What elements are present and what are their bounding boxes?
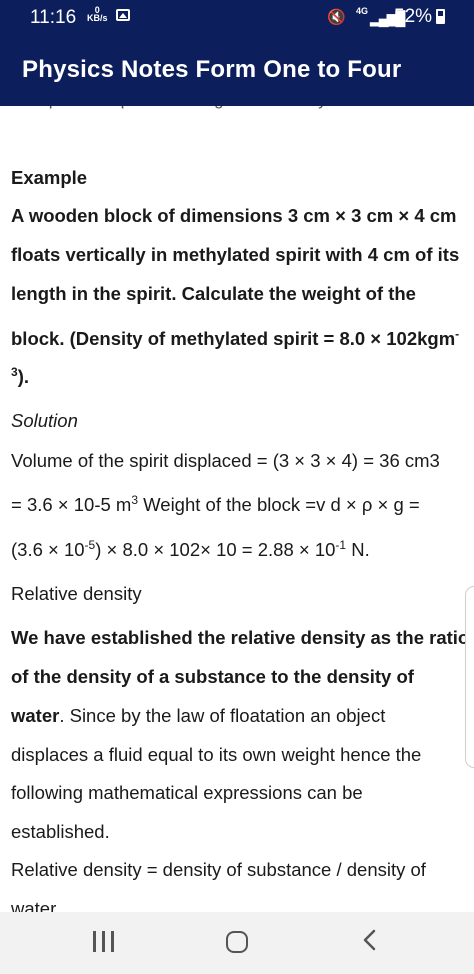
back-chevron-icon bbox=[363, 929, 376, 951]
solution-line-3: (3.6 × 10-5) × 8.0 × 102× 10 = 2.88 × 10… bbox=[11, 539, 370, 561]
solution-text: ) × 8.0 × 102× 10 = 2.88 × 10 bbox=[95, 539, 336, 560]
solution-line-1: Volume of the spirit displaced = (3 × 3 … bbox=[11, 450, 440, 471]
example-text-line-5: 3). bbox=[11, 366, 29, 388]
solution-label: Solution bbox=[11, 410, 78, 431]
recents-button[interactable] bbox=[91, 931, 117, 953]
example-text-line: block. (Density of methylated spirit = 8… bbox=[11, 328, 459, 350]
recents-icon bbox=[93, 931, 96, 952]
example-tail: ). bbox=[17, 366, 29, 387]
recents-icon bbox=[102, 931, 105, 952]
relative-density-text: established. bbox=[11, 821, 110, 842]
status-time: 11:16 bbox=[30, 7, 77, 28]
example-text-line: floats vertically in methylated spirit w… bbox=[11, 244, 460, 265]
gallery-notification-icon bbox=[116, 9, 130, 21]
solution-text: N. bbox=[346, 539, 370, 560]
network-type: 4G bbox=[356, 6, 369, 16]
example-text-line-4: block. (Density of methylated spirit = 8… bbox=[11, 328, 456, 349]
page-title: Physics Notes Form One to Four bbox=[22, 56, 402, 83]
home-button[interactable] bbox=[226, 931, 248, 953]
example-text-line: A wooden block of dimensions 3 cm × 3 cm… bbox=[11, 205, 457, 226]
net-speed-unit: KB/s bbox=[87, 13, 108, 23]
recents-icon bbox=[111, 931, 114, 952]
plain-text: . Since by the law of floatation an obje… bbox=[59, 705, 386, 726]
relative-density-text: displaces a fluid equal to its own weigh… bbox=[11, 744, 422, 765]
relative-density-formula: Relative density = density of substance … bbox=[11, 859, 426, 880]
example-heading: Example bbox=[11, 167, 88, 188]
app-header: 11:16 0 KB/s 🔇 4G ▂▄▆█ 52% Physics Notes… bbox=[0, 0, 474, 106]
exponent: - bbox=[455, 326, 460, 341]
relative-density-text: following mathematical expressions can b… bbox=[11, 782, 363, 803]
exponent: -1 bbox=[335, 537, 347, 552]
back-button[interactable] bbox=[360, 928, 380, 952]
system-nav-bar bbox=[0, 912, 474, 974]
relative-density-text: water. Since by the law of floatation an… bbox=[11, 705, 385, 727]
exponent: 3 bbox=[131, 492, 139, 507]
exponent: -5 bbox=[84, 537, 96, 552]
relative-density-heading: Relative density bbox=[11, 583, 142, 604]
status-bar: 11:16 0 KB/s 🔇 4G ▂▄▆█ 52% bbox=[0, 0, 474, 34]
exponent: 3 bbox=[11, 364, 18, 379]
fast-scroll-handle[interactable] bbox=[465, 586, 474, 768]
bold-word: water bbox=[11, 705, 60, 726]
example-text-line: length in the spirit. Calculate the weig… bbox=[11, 283, 416, 304]
solution-text: Weight of the block =v d × ρ × g = bbox=[138, 494, 420, 515]
mute-icon: 🔇 bbox=[327, 9, 346, 26]
battery-percent: 52% bbox=[394, 6, 433, 27]
solution-text: (3.6 × 10 bbox=[11, 539, 85, 560]
relative-density-text: of the density of a substance to the den… bbox=[11, 666, 414, 687]
solution-line-2: = 3.6 × 10-5 m3 Weight of the block =v d… bbox=[11, 494, 420, 516]
battery-icon bbox=[436, 9, 445, 24]
relative-density-text: We have established the relative density… bbox=[11, 627, 470, 648]
net-speed-indicator: 0 KB/s bbox=[87, 6, 108, 23]
solution-text: = 3.6 × 10-5 m bbox=[11, 494, 132, 515]
